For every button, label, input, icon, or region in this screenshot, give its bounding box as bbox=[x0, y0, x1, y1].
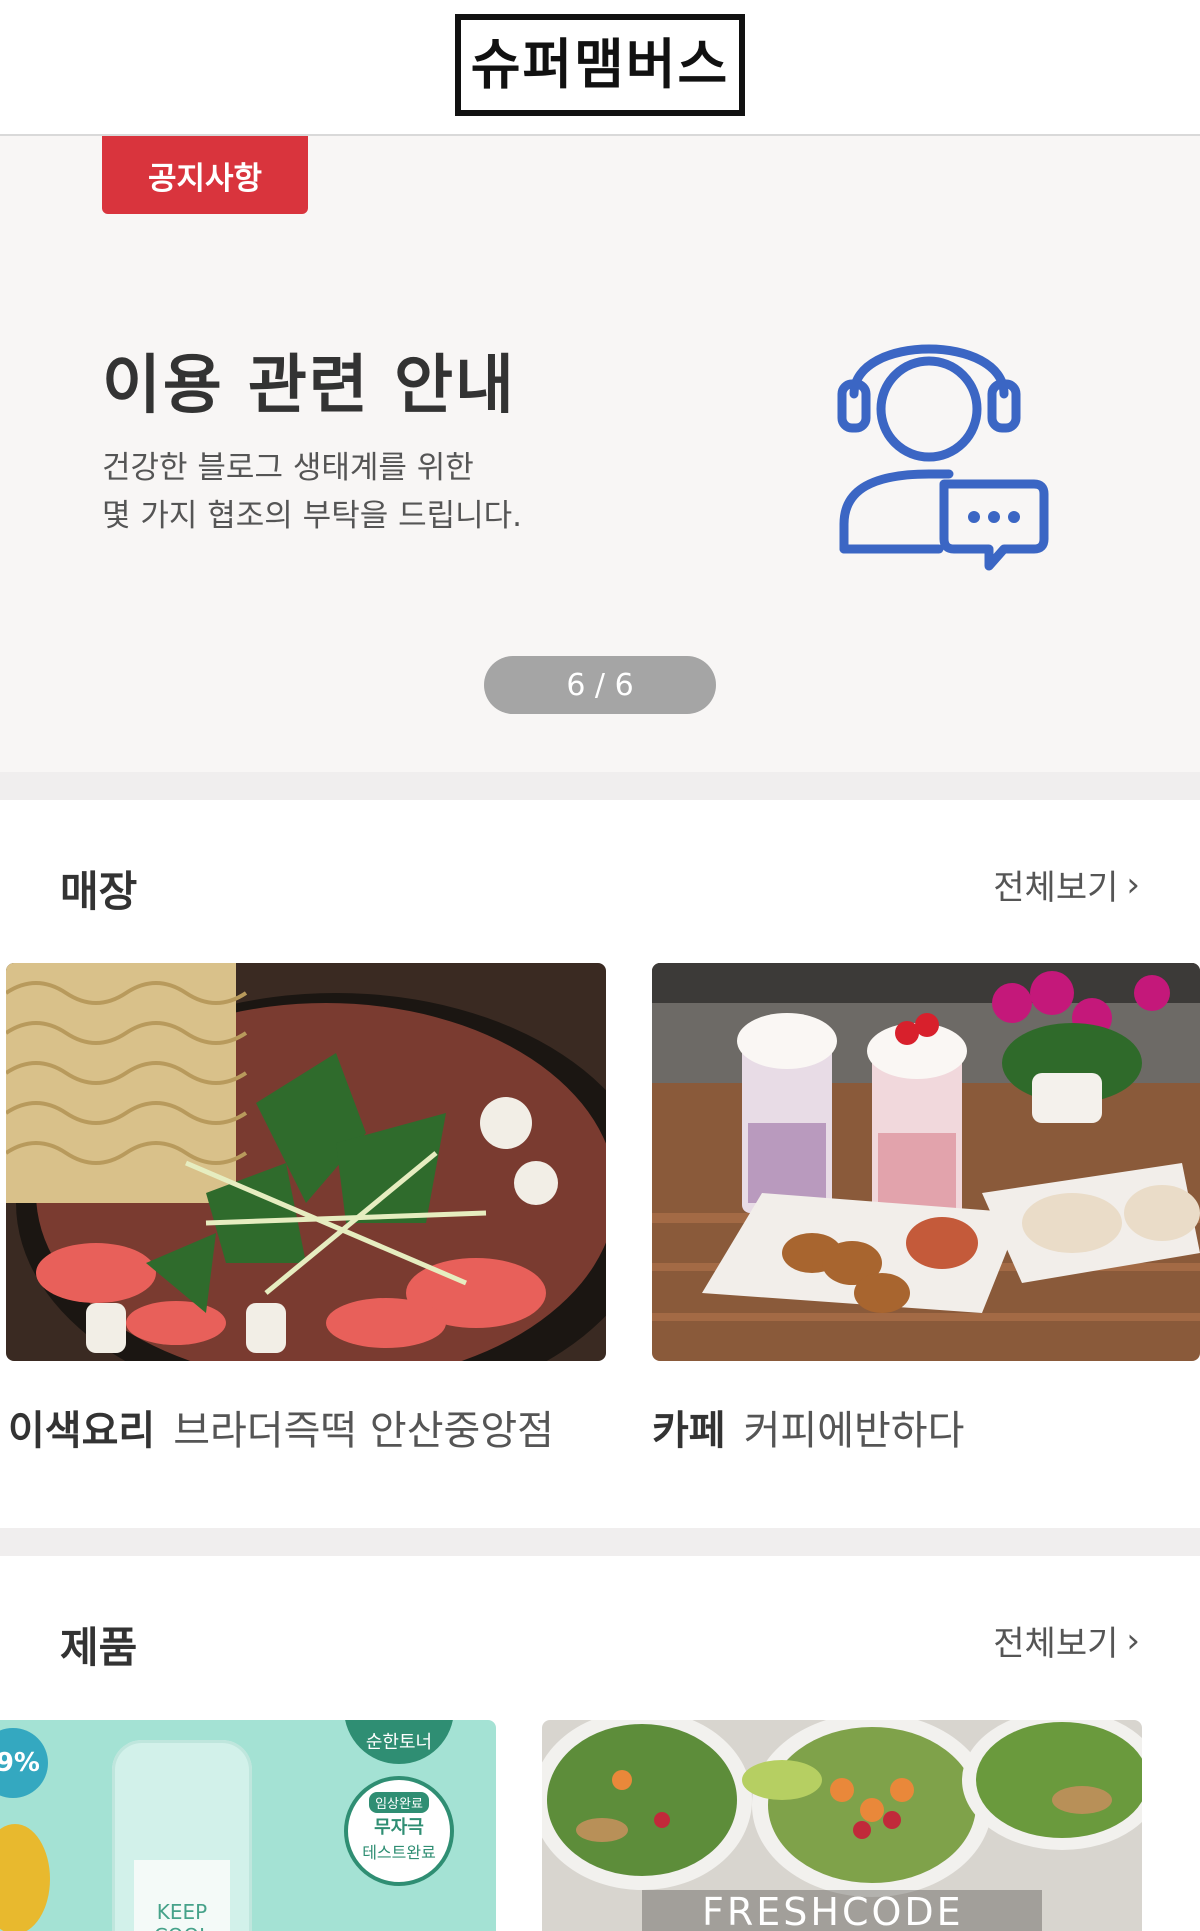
notice-tag: 공지사항 bbox=[102, 136, 308, 214]
percent-badge: 9% bbox=[0, 1728, 48, 1798]
store-image-cafe[interactable] bbox=[652, 963, 1200, 1361]
product-image-toner[interactable]: 9% KEEP COOL 순한토너 임상완료 무자극 테스트완료 bbox=[0, 1720, 496, 1931]
section-divider bbox=[0, 772, 1200, 800]
chevron-right-icon: › bbox=[1126, 1620, 1140, 1661]
store-caption[interactable]: 이색요리 브라더즉떡 안산중앙점 bbox=[8, 1398, 554, 1456]
freshcode-brand-text: FRESHCODE bbox=[702, 1890, 964, 1931]
support-headset-chat-icon bbox=[837, 344, 1049, 571]
section-divider bbox=[0, 1528, 1200, 1556]
banner-description: 건강한 블로그 생태계를 위한 몇 가지 협조의 부탁을 드립니다. bbox=[102, 444, 662, 540]
badge-sub-label: 테스트완료 bbox=[362, 1843, 436, 1862]
clinical-test-badge: 임상완료 무자극 테스트완료 bbox=[344, 1776, 454, 1886]
award-badge bbox=[0, 1824, 50, 1931]
store-category: 카페 bbox=[652, 1408, 726, 1454]
logo[interactable]: 슈퍼맴버스 bbox=[455, 14, 745, 116]
products-section-title: 제품 bbox=[60, 1623, 138, 1672]
store-name: 브라더즉떡 안산중앙점 bbox=[173, 1408, 554, 1454]
store-image-food[interactable] bbox=[6, 963, 606, 1361]
food-photo bbox=[6, 963, 606, 1361]
store-caption[interactable]: 카페 커피에반하다 bbox=[652, 1398, 964, 1456]
store-category: 이색요리 bbox=[8, 1408, 156, 1454]
app-header: 슈퍼맴버스 bbox=[0, 0, 1200, 136]
banner-title: 이용 관련 안내 bbox=[102, 349, 516, 423]
banner-desc-line: 몇 가지 협조의 부탁을 드립니다. bbox=[102, 498, 523, 534]
see-all-label: 전체보기 bbox=[993, 1624, 1119, 1664]
chevron-right-icon: › bbox=[1126, 864, 1140, 905]
store-name: 커피에반하다 bbox=[743, 1408, 965, 1454]
logo-text: 슈퍼맴버스 bbox=[470, 33, 730, 96]
badge-main-label: 무자극 bbox=[374, 1817, 424, 1838]
bottle-label: KEEP COOL bbox=[134, 1860, 230, 1931]
mild-toner-badge: 순한토너 bbox=[344, 1720, 454, 1764]
products-see-all-link[interactable]: 전체보기 › bbox=[993, 1616, 1140, 1665]
see-all-label: 전체보기 bbox=[993, 868, 1119, 908]
stores-section-title: 매장 bbox=[60, 867, 138, 916]
toner-bottle: KEEP COOL bbox=[112, 1740, 252, 1931]
cafe-photo bbox=[652, 963, 1200, 1361]
banner-desc-line: 건강한 블로그 생태계를 위한 bbox=[102, 450, 474, 486]
product-image-salad[interactable]: FRESHCODE bbox=[542, 1720, 1142, 1931]
banner-pager: 6 / 6 bbox=[484, 656, 716, 714]
badge-small-label: 임상완료 bbox=[369, 1792, 429, 1813]
bottle-label-text: KEEP COOL bbox=[154, 1900, 211, 1931]
stores-see-all-link[interactable]: 전체보기 › bbox=[993, 860, 1140, 909]
notice-banner[interactable]: 공지사항 이용 관련 안내 건강한 블로그 생태계를 위한 몇 가지 협조의 부… bbox=[0, 136, 1200, 772]
salad-photo: FRESHCODE bbox=[542, 1720, 1142, 1931]
